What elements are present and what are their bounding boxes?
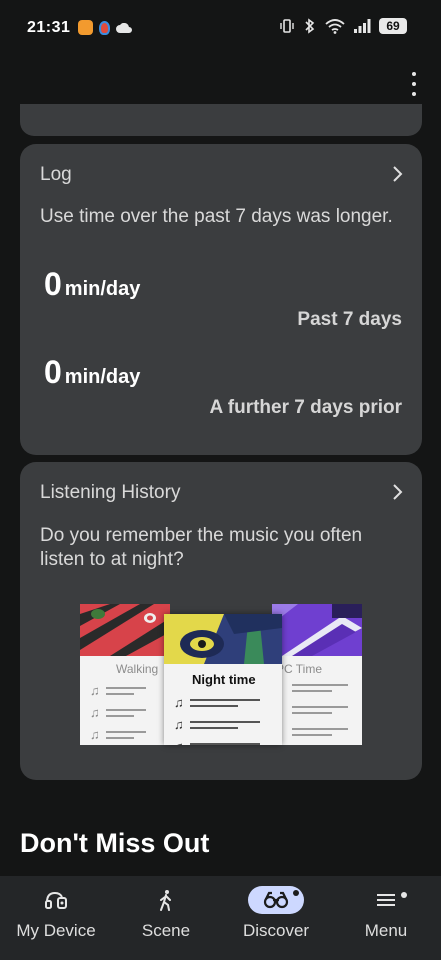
status-bar: 21:31 69 [0,0,441,56]
log-card-description: Use time over the past 7 days was longer… [40,206,393,227]
night-time-playlist-pane: Night time ♫ ♫ ♫ [164,614,282,745]
log-card-title: Log [40,164,72,185]
music-note-icon: ♫ [174,717,184,732]
music-note-icon: ♫ [174,740,184,745]
night-time-artwork [164,614,282,664]
listening-history-illustration: Walking ♫ ♫ ♫ PC Time Night time ♫ ♫ [80,604,362,745]
signal-icon [354,19,371,33]
bottom-navigation: My Device Scene Discover Menu [0,876,441,960]
vibrate-icon [280,19,294,33]
list-item: ♫ [174,740,260,745]
music-note-icon: ♫ [90,705,100,720]
wifi-icon [325,19,345,34]
notification-dot [293,890,299,896]
current-usage-unit: min/day [64,278,141,300]
list-item: ♫ [90,706,146,719]
nav-label: Menu [364,921,408,940]
current-usage-value: 0 [44,266,62,302]
list-item [292,706,348,714]
nav-my-device[interactable]: My Device [1,876,111,960]
chevron-right-icon [393,166,403,182]
previous-period-label: A further 7 days prior [209,397,402,418]
listening-history-description: Do you remember the music you often list… [40,525,363,570]
nav-discover[interactable]: Discover [221,876,331,960]
current-period-label: Past 7 days [297,309,402,330]
previous-card-bottom [20,104,422,136]
walking-person-icon [138,886,194,914]
list-item [292,684,348,692]
status-system-icons: 69 [279,18,407,34]
walking-artwork [80,604,170,656]
walking-caption: Walking [116,662,159,676]
app-orange-icon [78,20,93,35]
app-red-icon [99,20,110,35]
log-card[interactable]: Log Use time over the past 7 days was lo… [20,144,422,455]
listening-history-title: Listening History [40,482,181,503]
previous-usage: 0 min/day [44,354,140,391]
previous-usage-unit: min/day [64,366,141,388]
music-note-icon: ♫ [174,695,184,710]
section-title: Don't Miss Out [20,828,210,858]
list-item: ♫ [90,684,146,697]
current-usage: 0 min/day [44,266,140,303]
list-item: ♫ [174,696,260,709]
bluetooth-icon [305,18,315,34]
music-note-icon: ♫ [90,727,100,742]
nav-label: My Device [16,921,96,940]
listening-history-card[interactable]: Listening History Do you remember the mu… [20,462,422,780]
status-app-icons [78,20,132,35]
walking-playlist-pane: Walking ♫ ♫ ♫ [80,604,170,745]
nav-menu[interactable]: Menu [331,876,441,960]
battery-icon: 69 [379,18,407,34]
pc-time-artwork [272,604,362,656]
list-item [292,728,348,736]
pc-time-playlist-pane: PC Time [272,604,362,745]
notification-dot [401,892,407,898]
previous-usage-value: 0 [44,354,62,390]
headphones-device-icon [28,886,84,914]
hamburger-menu-icon [358,886,414,914]
nav-label: Discover [242,921,310,940]
chevron-right-icon [393,484,403,500]
night-time-caption: Night time [192,672,256,687]
list-item: ♫ [90,728,146,741]
pc-time-caption: PC Time [276,662,323,676]
nav-label: Scene [141,921,191,940]
list-item: ♫ [174,718,260,731]
nav-scene[interactable]: Scene [111,876,221,960]
status-time: 21:31 [27,19,71,36]
music-note-icon: ♫ [90,683,100,698]
more-options-icon[interactable] [409,72,419,96]
cloud-icon [116,22,132,33]
